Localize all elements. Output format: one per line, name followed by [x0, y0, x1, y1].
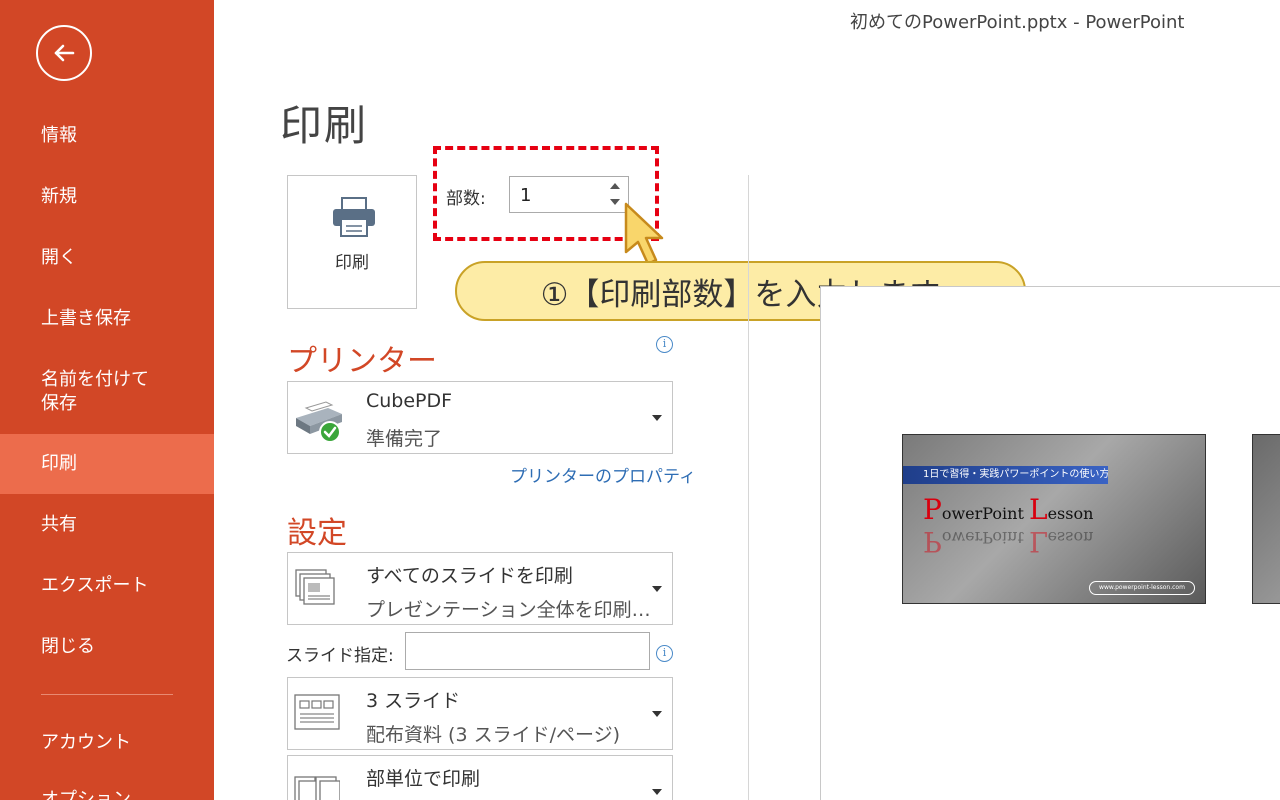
printer-dropdown[interactable]: CubePDF 準備完了: [287, 381, 673, 454]
collate-main: 部単位で印刷: [366, 768, 481, 790]
nav-close[interactable]: 閉じる: [0, 635, 214, 659]
settings-heading: 設定: [287, 516, 347, 551]
collated-icon: [294, 776, 340, 800]
backstage-print-view: 情報 新規 開く 上書き保存 名前を付けて 保存 印刷 共有 エクスポート 閉じ…: [0, 0, 1280, 800]
arrow-left-icon: [54, 44, 75, 62]
slide-title-rest-2: esson: [1047, 504, 1094, 523]
slides-label: スライド指定:: [286, 646, 394, 666]
nav-print[interactable]: 印刷: [0, 434, 214, 494]
page-title: 印刷: [280, 101, 369, 150]
slide-thumbnail: 1日で習得・実践パワーポイントの使い方 PowerPoint Lesson Po…: [902, 434, 1206, 604]
chevron-down-icon: [652, 789, 662, 795]
preview-divider: [748, 175, 749, 800]
slide-title: PowerPoint Lesson: [923, 493, 1093, 526]
slide-title-cap-1: P: [923, 493, 942, 526]
window-title: 初めてのPowerPoint.pptx - PowerPoint: [850, 12, 1185, 33]
layout-dropdown[interactable]: 3 スライド 配布資料 (3 スライド/ページ): [287, 677, 673, 750]
layout-sub: 配布資料 (3 スライド/ページ): [366, 724, 621, 746]
slide-title-reflection: PowerPoint Lesson: [923, 525, 1093, 558]
printer-name: CubePDF: [366, 390, 453, 412]
printer-heading: プリンター: [287, 344, 437, 379]
print-range-dropdown[interactable]: すべてのスライドを印刷 プレゼンテーション全体を印刷…: [287, 552, 673, 625]
print-button[interactable]: 印刷: [287, 175, 417, 309]
printer-device-icon: [296, 401, 342, 443]
print-range-main: すべてのスライドを印刷: [366, 565, 573, 587]
nav-new[interactable]: 新規: [0, 185, 214, 209]
printer-status: 準備完了: [366, 428, 443, 450]
all-slides-icon: [295, 569, 335, 605]
backstage-sidebar: 情報 新規 開く 上書き保存 名前を付けて 保存 印刷 共有 エクスポート 閉じ…: [0, 0, 214, 800]
slide-title-rest-1: owerPoint: [941, 504, 1029, 523]
nav-info[interactable]: 情報: [0, 124, 214, 148]
reflection-cap-1: P: [923, 525, 942, 558]
chevron-down-icon: [652, 415, 662, 421]
nav-save-as[interactable]: 名前を付けて 保存: [0, 368, 214, 416]
reflection-cap-2: L: [1028, 525, 1048, 558]
slide-thumbnail-2: [1252, 434, 1280, 604]
back-button[interactable]: [36, 25, 92, 81]
nav-options[interactable]: オプション: [0, 788, 214, 800]
cursor-pointer-icon: [624, 202, 664, 266]
nav-divider: [41, 694, 173, 695]
handout-layout-icon: [294, 694, 340, 730]
nav-save-as-line2: 保存: [41, 393, 77, 414]
print-button-label: 印刷: [335, 253, 369, 273]
nav-account[interactable]: アカウント: [0, 731, 214, 755]
printer-info-icon[interactable]: i: [656, 336, 673, 353]
print-range-sub: プレゼンテーション全体を印刷…: [366, 599, 651, 621]
slides-input[interactable]: [405, 632, 650, 670]
reflection-rest-1: owerPoint: [941, 528, 1029, 547]
slide-banner: 1日で習得・実践パワーポイントの使い方: [903, 466, 1108, 484]
slides-info-icon[interactable]: i: [656, 645, 673, 662]
chevron-down-icon: [652, 711, 662, 717]
collate-dropdown[interactable]: 部単位で印刷: [287, 755, 673, 800]
reflection-rest-2: esson: [1047, 528, 1094, 547]
nav-save-as-line1: 名前を付けて: [41, 369, 149, 390]
layout-main: 3 スライド: [366, 690, 461, 712]
nav-save[interactable]: 上書き保存: [0, 307, 214, 331]
nav-share[interactable]: 共有: [0, 513, 214, 537]
nav-open[interactable]: 開く: [0, 246, 214, 270]
slide-title-cap-2: L: [1028, 493, 1048, 526]
printer-icon: [333, 197, 375, 237]
printer-properties-link[interactable]: プリンターのプロパティ: [510, 462, 696, 487]
chevron-down-icon: [652, 586, 662, 592]
nav-export[interactable]: エクスポート: [0, 574, 214, 598]
slide-url: www.powerpoint-lesson.com: [1089, 581, 1195, 595]
